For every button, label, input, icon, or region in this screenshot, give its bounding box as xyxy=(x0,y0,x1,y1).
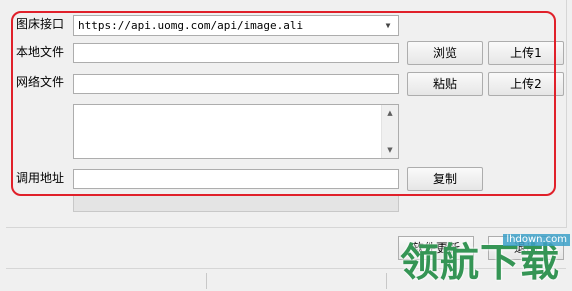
status-separator xyxy=(206,273,207,289)
textarea-scrollbar[interactable]: ▲ ▼ xyxy=(381,105,398,158)
upload2-button[interactable]: 上传2 xyxy=(488,72,564,96)
watermark-url: lhdown.com xyxy=(503,234,570,246)
chevron-down-icon[interactable]: ▼ xyxy=(380,16,396,35)
watermark-logo: 领航下载 lhdown.com xyxy=(396,232,572,290)
api-label: 图床接口 xyxy=(16,17,65,31)
result-textarea[interactable]: ▲ ▼ xyxy=(73,104,399,159)
disabled-field xyxy=(73,195,399,212)
paste-button[interactable]: 粘贴 xyxy=(407,72,483,96)
local-file-input[interactable] xyxy=(73,43,399,63)
copy-button[interactable]: 复制 xyxy=(407,167,483,191)
call-url-input[interactable] xyxy=(73,169,399,189)
scroll-down-icon[interactable]: ▼ xyxy=(382,142,398,158)
api-select-value: https://api.uomg.com/api/image.ali xyxy=(78,19,304,32)
net-file-input[interactable] xyxy=(73,74,399,94)
api-select[interactable]: https://api.uomg.com/api/image.ali ▼ xyxy=(73,15,399,36)
net-file-label: 网络文件 xyxy=(16,75,65,89)
local-file-label: 本地文件 xyxy=(16,45,65,59)
browse-button[interactable]: 浏览 xyxy=(407,41,483,65)
call-url-label: 调用地址 xyxy=(16,171,65,185)
upload1-button[interactable]: 上传1 xyxy=(488,41,564,65)
status-separator xyxy=(386,273,387,289)
watermark-brand: 领航下载 xyxy=(400,241,561,286)
scroll-up-icon[interactable]: ▲ xyxy=(382,105,398,121)
